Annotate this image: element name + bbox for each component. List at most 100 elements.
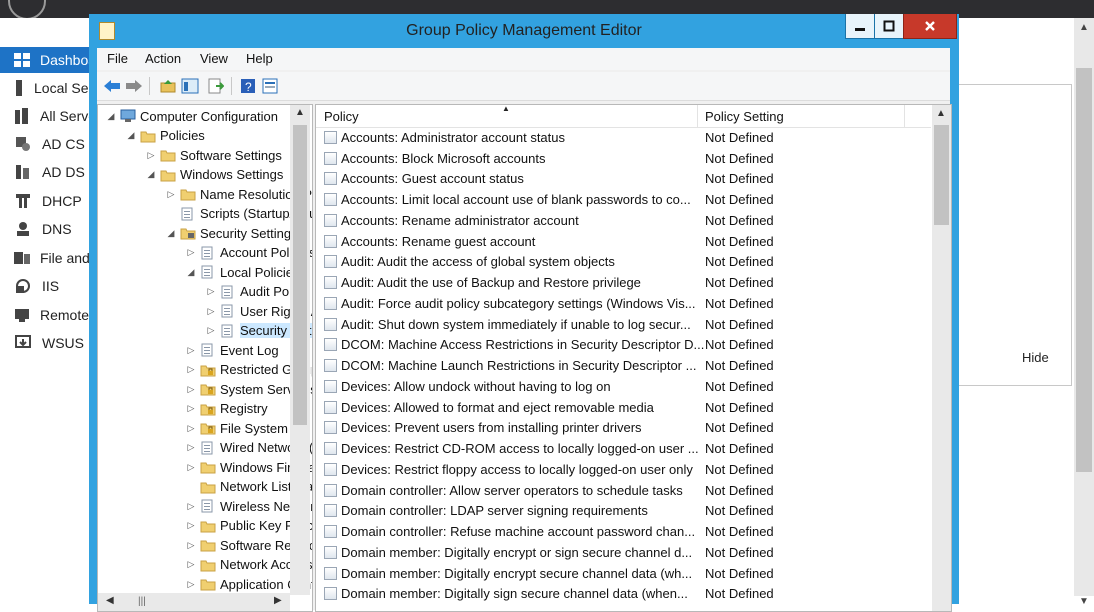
export-list-icon[interactable] [207,77,225,95]
expand-icon[interactable]: ▷ [206,325,216,336]
maximize-button[interactable] [874,14,904,39]
tree-node[interactable]: ◢ Windows Settings [146,165,284,185]
column-policy[interactable]: Policy [324,109,359,124]
scroll-grip-icon[interactable]: ||| [138,596,146,607]
tree-node[interactable]: ◢ Policies [126,126,205,146]
nav-item[interactable]: File and Storage Services [0,245,200,271]
properties-icon[interactable] [261,77,279,95]
table-row[interactable]: Domain controller: LDAP server signing r… [316,501,931,522]
tree-node[interactable]: ▷ Event Log [186,340,279,360]
table-row[interactable]: Accounts: Guest account status Not Define… [316,169,931,190]
console-tree[interactable]: ◢ Computer Configuration ◢ Policies ▷ Softwar… [97,104,313,612]
nav-item[interactable]: WSUS [0,330,96,356]
table-row[interactable]: Audit: Audit the access of global system… [316,252,931,273]
nav-item[interactable]: Local Server [0,75,113,101]
nav-item[interactable]: IIS [0,273,96,299]
table-row[interactable]: Audit: Audit the use of Backup and Resto… [316,272,931,293]
table-row[interactable]: DCOM: Machine Access Restrictions in Sec… [316,335,931,356]
expand-icon[interactable]: ▷ [206,286,216,297]
collapse-icon[interactable]: ◢ [166,228,176,239]
collapse-icon[interactable]: ◢ [186,267,196,278]
expand-icon[interactable]: ▷ [186,423,196,434]
back-arrow-icon[interactable] [103,77,121,95]
expand-icon[interactable]: ▷ [186,462,196,473]
menu-view[interactable]: View [200,51,228,66]
tree-node[interactable]: ▷ Registry [186,399,268,419]
tree-node[interactable]: ◢ Computer Configuration [106,106,279,126]
table-row[interactable]: Domain controller: Refuse machine accoun… [316,521,931,542]
forward-arrow-icon[interactable] [125,77,143,95]
tree-vertical-scrollbar[interactable]: ▲ [290,105,310,595]
expand-icon[interactable]: ▷ [166,189,176,200]
table-row[interactable]: Domain member: Digitally encrypt secure … [316,563,931,584]
close-button[interactable] [903,14,957,39]
table-row[interactable]: Domain controller: Allow server operator… [316,480,931,501]
nav-item[interactable]: Remote Access [0,302,137,328]
show-hide-tree-icon[interactable] [181,77,199,95]
table-row[interactable]: Accounts: Rename administrator account No… [316,210,931,231]
list-vertical-scrollbar[interactable]: ▲ [932,105,951,611]
nav-item[interactable]: DHCP [0,188,96,214]
expand-icon[interactable]: ▷ [146,150,156,161]
menu-help[interactable]: Help [246,51,273,66]
nav-item[interactable]: AD DS [0,159,96,185]
table-row[interactable]: Devices: Allow undock without having to … [316,376,931,397]
scroll-right-icon[interactable]: ▶ [274,595,282,606]
nav-item[interactable]: DNS [0,216,96,242]
table-row[interactable]: Accounts: Administrator account status No… [316,127,931,148]
collapse-icon[interactable]: ◢ [146,169,156,180]
scroll-up-icon[interactable]: ▲ [1079,22,1089,33]
help-icon[interactable]: ? [239,77,257,95]
menu-file[interactable]: File [107,51,128,66]
title-bar[interactable]: Group Policy Management Editor [89,14,959,48]
expand-icon[interactable]: ▷ [186,501,196,512]
policy-list[interactable]: ▲ Policy Policy Setting Accounts: Admini… [315,104,952,612]
expand-icon[interactable]: ▷ [186,520,196,531]
nav-item[interactable]: Dashboard [0,47,109,73]
collapse-icon[interactable]: ◢ [126,130,136,141]
table-row[interactable]: Accounts: Rename guest account Not Define… [316,231,931,252]
hide-link[interactable]: Hide [1022,350,1049,365]
column-divider[interactable] [904,105,905,127]
scroll-thumb[interactable] [1076,68,1092,472]
table-row[interactable]: Devices: Restrict floppy access to local… [316,459,931,480]
minimize-button[interactable] [845,14,875,39]
scroll-thumb[interactable] [934,125,949,225]
tree-node[interactable]: ◢ Security Settings [166,223,298,243]
scroll-left-icon[interactable]: ◀ [106,595,114,606]
tree-node[interactable]: ◢ Local Policies [186,262,300,282]
expand-icon[interactable]: ▷ [206,306,216,317]
expand-icon[interactable]: ▷ [186,345,196,356]
expand-icon[interactable]: ▷ [186,442,196,453]
scroll-up-icon[interactable]: ▲ [936,108,946,119]
table-row[interactable]: Accounts: Limit local account use of bla… [316,189,931,210]
expand-icon[interactable]: ▷ [186,364,196,375]
menu-action[interactable]: Action [145,51,181,66]
expand-icon[interactable]: ▷ [186,247,196,258]
nav-item[interactable]: AD CS [0,131,96,157]
table-row[interactable]: Domain member: Digitally sign secure cha… [316,584,931,605]
tree-node[interactable]: ▷ File System [186,418,288,438]
tree-node[interactable]: ▷ Software Settings [146,145,282,165]
scroll-thumb[interactable] [293,125,307,425]
column-policy-setting[interactable]: Policy Setting [705,109,784,124]
table-row[interactable]: Accounts: Block Microsoft accounts Not De… [316,148,931,169]
scroll-down-icon[interactable]: ▼ [1079,596,1089,607]
column-divider[interactable] [697,105,698,127]
table-row[interactable]: Devices: Prevent users from installing p… [316,418,931,439]
expand-icon[interactable]: ▷ [186,384,196,395]
table-row[interactable]: Domain member: Digitally encrypt or sign… [316,542,931,563]
up-folder-icon[interactable] [159,77,177,95]
nav-item[interactable]: All Servers [0,103,108,129]
table-row[interactable]: Devices: Allowed to format and eject rem… [316,397,931,418]
expand-icon[interactable]: ▷ [186,540,196,551]
back-button[interactable] [8,0,46,20]
expand-icon[interactable]: ▷ [186,559,196,570]
scroll-up-icon[interactable]: ▲ [295,107,305,118]
table-row[interactable]: Audit: Shut down system immediately if u… [316,314,931,335]
expand-icon[interactable]: ▷ [186,403,196,414]
expand-icon[interactable]: ▷ [186,579,196,590]
table-row[interactable]: Devices: Restrict CD-ROM access to local… [316,438,931,459]
server-manager-scrollbar[interactable]: ▲ ▼ [1074,18,1094,607]
table-row[interactable]: Audit: Force audit policy subcategory se… [316,293,931,314]
